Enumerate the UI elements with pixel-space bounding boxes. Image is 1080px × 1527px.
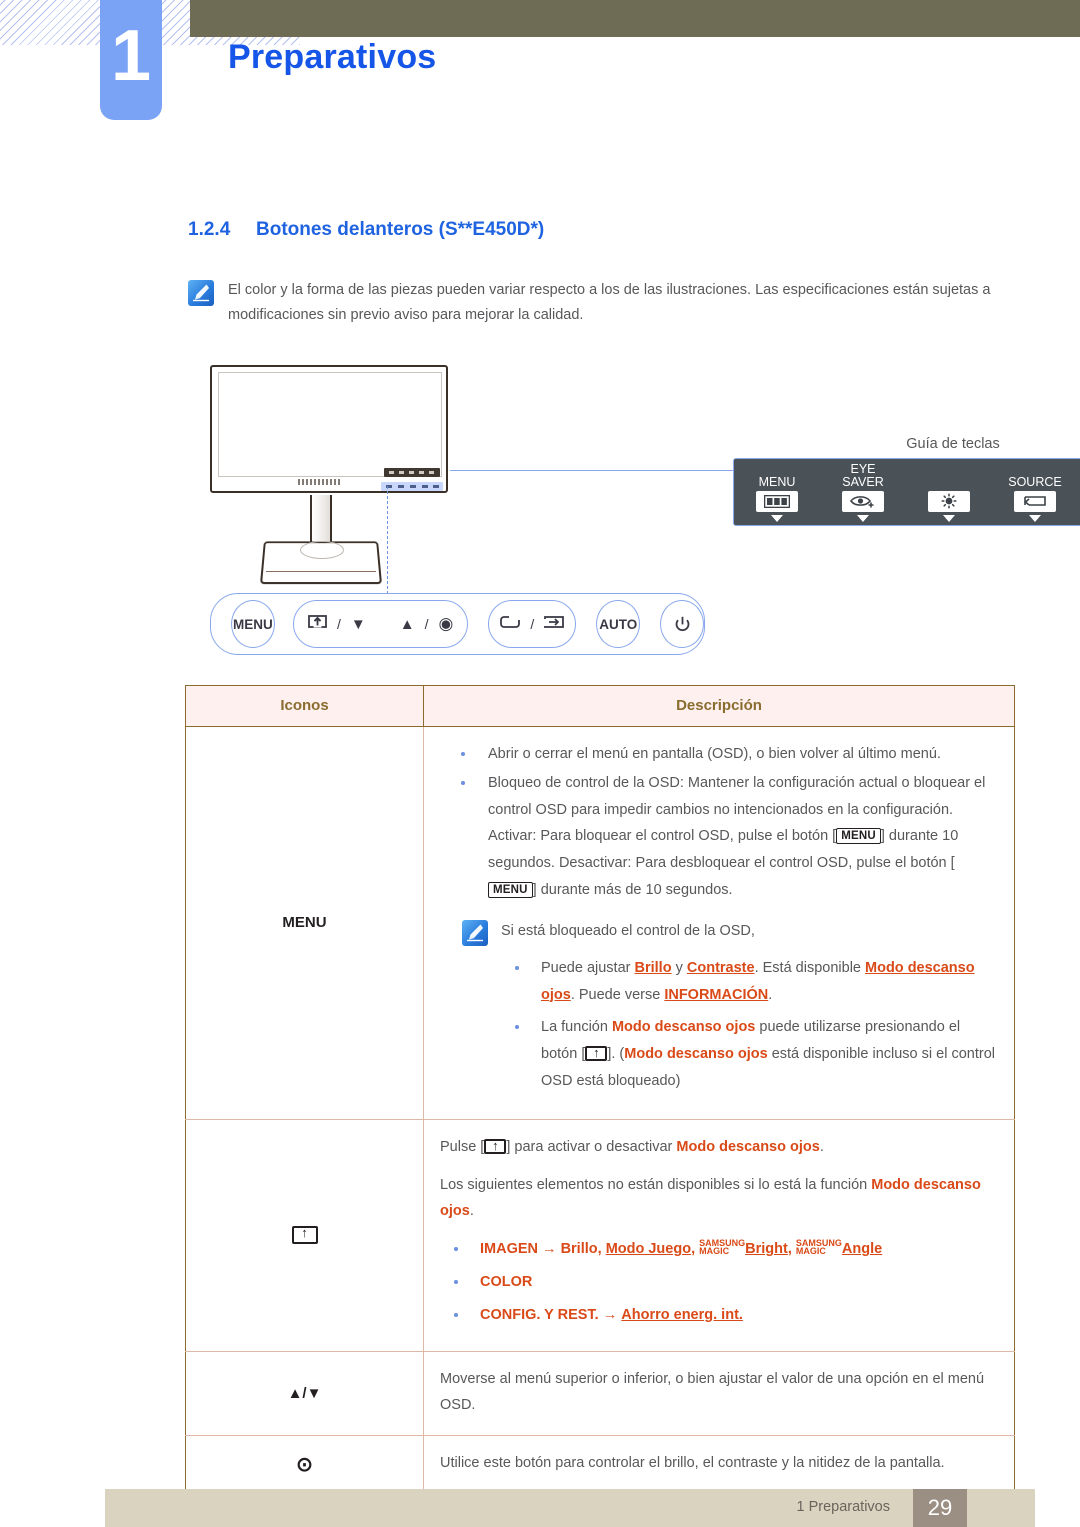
source-loop-icon bbox=[1014, 490, 1056, 512]
list-item: Puede ajustar Brillo y Contraste. Está d… bbox=[501, 955, 996, 1009]
pencil-glyph bbox=[193, 284, 209, 302]
table-header-iconos: Iconos bbox=[185, 685, 424, 727]
source-loop-icon bbox=[500, 614, 521, 634]
chapter-number-tab: 1 bbox=[100, 0, 162, 120]
row-icon-menu: MENU bbox=[185, 726, 424, 1120]
enter-icon bbox=[544, 615, 565, 634]
monitor-buttons-strip bbox=[381, 482, 443, 491]
footer-chapter-label: 1 Preparativos bbox=[796, 1499, 891, 1515]
callout-line-vertical bbox=[387, 486, 388, 594]
eye-saver-icon bbox=[291, 1224, 318, 1244]
eye-saver-icon bbox=[308, 614, 327, 634]
key-guide-item-menu: MENU bbox=[740, 463, 814, 522]
row-description-eye-saver: Pulse [] para activar o desactivar Modo … bbox=[423, 1118, 1015, 1352]
row-description-updown: Moverse al menú superior o inferior, o b… bbox=[423, 1350, 1015, 1437]
key-guide-item-brightness bbox=[912, 463, 986, 522]
eye-saver-keycap-icon bbox=[585, 1044, 608, 1062]
menu-bars-icon bbox=[756, 490, 798, 512]
osd-lock-note-intro: Si está bloqueado el control de la OSD, bbox=[501, 922, 755, 939]
header-olive-bar bbox=[190, 0, 1080, 37]
table-row: ▲/▼ Moverse al menú superior o inferior,… bbox=[185, 1350, 1015, 1437]
eye-saver-unavailable-list: IMAGEN → Brillo, Modo Juego, SAMSUNG MAGI… bbox=[440, 1236, 996, 1328]
arrow-up-icon: ▲ bbox=[399, 615, 415, 633]
power-icon bbox=[675, 616, 689, 631]
note-pencil-icon bbox=[188, 280, 214, 306]
section-title: Botones delanteros (S**E450D*) bbox=[256, 219, 545, 240]
keycap-menu: MENU bbox=[488, 882, 533, 899]
osd-lock-note-list: Puede ajustar Brillo y Contraste. Está d… bbox=[501, 955, 996, 1095]
list-item: Bloqueo de control de la OSD: Mantener l… bbox=[440, 770, 996, 904]
front-button-bar: MENU / ▼ ▲ / ◉ / AUTO bbox=[210, 593, 705, 655]
note-pencil-icon bbox=[462, 919, 488, 946]
osd-lock-note: Si está bloqueado el control de la OSD, … bbox=[462, 918, 996, 1101]
list-item: COLOR bbox=[440, 1269, 996, 1296]
menu-bullet-list: Abrir o cerrar el menú en pantalla (OSD)… bbox=[440, 741, 996, 904]
page-footer: 1 Preparativos 29 bbox=[105, 1489, 1035, 1527]
key-guide-caption-menu: MENU bbox=[758, 474, 796, 489]
row-description-brightness: Utilice este botón para controlar el bri… bbox=[423, 1435, 1015, 1495]
key-guide-caption-source: SOURCE bbox=[1008, 474, 1062, 489]
footer-page-number: 29 bbox=[913, 1489, 967, 1527]
button-power[interactable] bbox=[660, 600, 705, 648]
monitor-illustration bbox=[210, 365, 460, 585]
brightness-icon bbox=[928, 490, 970, 512]
button-group-navigate[interactable]: / ▼ ▲ / ◉ bbox=[293, 600, 469, 648]
chevron-down-icon bbox=[771, 514, 783, 522]
samsung-logo bbox=[298, 479, 340, 485]
pencil-glyph bbox=[467, 924, 483, 942]
key-guide-item-eye-saver: EYE SAVER bbox=[826, 463, 900, 522]
row-icon-eye-saver bbox=[185, 1118, 424, 1352]
chevron-down-icon bbox=[943, 514, 955, 522]
key-guide-label: Guía de teclas bbox=[906, 436, 1000, 452]
table-header-row: Iconos Descripción bbox=[185, 685, 1015, 727]
key-guide-caption-eye-saver: EYE SAVER bbox=[842, 462, 884, 489]
arrow-down-icon: ▼ bbox=[350, 615, 366, 633]
button-auto[interactable]: AUTO bbox=[596, 600, 641, 648]
button-menu[interactable]: MENU bbox=[231, 600, 275, 648]
row-icon-updown: ▲/▼ bbox=[185, 1350, 424, 1437]
eye-saver-icon bbox=[842, 490, 884, 512]
monitor-screen bbox=[218, 372, 442, 477]
icons-description-table: Iconos Descripción MENU Abrir o cerrar e… bbox=[185, 685, 1015, 1495]
front-buttons-figure: Guía de teclas MENU EYE SAVER SOURCE MEN… bbox=[185, 360, 1080, 665]
table-row: Pulse [] para activar o desactivar Modo … bbox=[185, 1118, 1015, 1352]
top-note-text: El color y la forma de las piezas pueden… bbox=[228, 282, 991, 324]
eye-saver-line2: Los siguientes elementos no están dispon… bbox=[440, 1176, 981, 1220]
chapter-title: Preparativos bbox=[228, 38, 437, 76]
table-row: MENU Abrir o cerrar el menú en pantalla … bbox=[185, 726, 1015, 1120]
eye-saver-line1: Pulse [] para activar o desactivar Modo … bbox=[440, 1134, 996, 1161]
table-row: ⊙ Utilice este botón para controlar el b… bbox=[185, 1435, 1015, 1495]
page-header: 1 Preparativos bbox=[0, 0, 1080, 180]
eye-saver-keycap-icon bbox=[484, 1137, 507, 1154]
chevron-down-icon bbox=[857, 514, 869, 522]
callout-line-horizontal bbox=[450, 470, 735, 471]
key-guide-caption-brightness bbox=[912, 463, 986, 489]
monitor-hinge bbox=[300, 541, 344, 559]
table-header-descripcion: Descripción bbox=[423, 685, 1015, 727]
row-icon-brightness: ⊙ bbox=[185, 1435, 424, 1495]
chevron-down-icon bbox=[1029, 514, 1041, 522]
list-item: La función Modo descanso ojos puede util… bbox=[501, 1014, 996, 1094]
brightness-dot-icon: ◉ bbox=[438, 614, 454, 633]
button-group-source-enter[interactable]: / bbox=[488, 600, 577, 648]
list-item: CONFIG. Y REST. → Ahorro energ. int. bbox=[440, 1302, 996, 1329]
monitor-base-edge bbox=[266, 571, 376, 572]
monitor-key-icons-strip bbox=[384, 468, 440, 477]
section-heading: 1.2.4 Botones delanteros (S**E450D*) bbox=[188, 219, 544, 241]
list-item: IMAGEN → Brillo, Modo Juego, SAMSUNG MAGI… bbox=[440, 1236, 996, 1263]
top-note: El color y la forma de las piezas pueden… bbox=[188, 278, 1028, 329]
row-description-menu: Abrir o cerrar el menú en pantalla (OSD)… bbox=[423, 726, 1015, 1120]
key-guide-panel: MENU EYE SAVER SOURCE bbox=[733, 458, 1080, 526]
section-number: 1.2.4 bbox=[188, 219, 231, 240]
list-item: Abrir o cerrar el menú en pantalla (OSD)… bbox=[440, 741, 996, 768]
keycap-menu: MENU bbox=[836, 828, 881, 845]
key-guide-item-source: SOURCE bbox=[998, 463, 1072, 522]
